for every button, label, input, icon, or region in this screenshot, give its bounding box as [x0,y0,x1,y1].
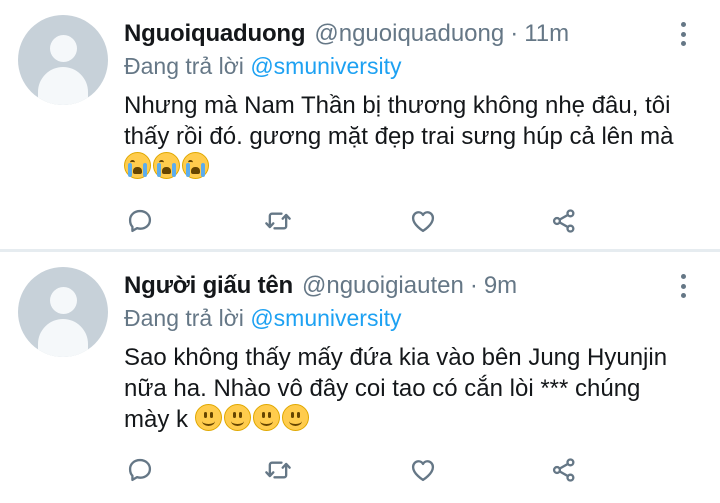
tweet[interactable]: Nguoiquaduong @nguoiquaduong · 11m Đang … [0,0,720,250]
display-name[interactable]: Nguoiquaduong [124,20,306,48]
reply-button[interactable] [124,454,156,486]
more-vertical-icon[interactable] [678,20,688,48]
retweet-button[interactable] [262,454,294,486]
replying-prefix: Đang trả lời [124,53,244,79]
share-icon [552,209,575,233]
smiling-face-emoji [281,404,309,431]
smiling-face-emoji [194,404,222,431]
share-button[interactable] [548,454,580,486]
replying-to: Đang trả lời @smuniversity [124,53,401,80]
timestamp[interactable]: 9m [484,272,517,300]
retweet-button[interactable] [262,205,294,237]
more-vertical-icon[interactable] [678,272,688,300]
replying-to: Đang trả lời @smuniversity [124,305,401,332]
mention-link[interactable]: @smuniversity [250,53,401,79]
replying-prefix: Đang trả lời [124,305,244,331]
reply-icon [128,458,152,482]
avatar-body-shape [38,67,88,105]
share-button[interactable] [548,205,580,237]
tweet-header: Người giấu tên @nguoigiauten · 9m [124,270,517,302]
crying-face-emoji [153,152,180,179]
tweet-text: Nhưng mà Nam Thần bị thương không nhẹ đâ… [124,90,684,183]
crying-face-emoji [182,152,209,179]
like-icon [411,460,435,482]
tweet-actions [124,205,594,237]
like-button[interactable] [407,205,439,237]
tweet-text: Sao không thấy mấy đứa kia vào bên Jung … [124,342,684,435]
like-button[interactable] [407,454,439,486]
avatar-head-shape [50,35,77,62]
tweet-actions [124,454,594,486]
tweet-text-content: Nhưng mà Nam Thần bị thương không nhẹ đâ… [124,92,674,150]
avatar[interactable] [18,15,108,105]
timestamp[interactable]: 11m [524,20,569,48]
mention-link[interactable]: @smuniversity [250,305,401,331]
reply-icon [128,209,152,233]
tweet-header: Nguoiquaduong @nguoiquaduong · 11m [124,18,569,50]
smiling-face-emoji [252,404,280,431]
avatar[interactable] [18,267,108,357]
user-handle[interactable]: @nguoiquaduong [314,20,504,48]
avatar-body-shape [38,319,88,357]
crying-face-emoji [124,152,151,179]
retweet-icon [265,461,291,479]
separator-dot: · [510,20,519,47]
share-icon [552,458,575,482]
reply-button[interactable] [124,205,156,237]
user-handle[interactable]: @nguoigiauten [302,272,464,300]
like-icon [411,211,435,233]
separator-dot: · [469,272,478,299]
tweet[interactable]: Người giấu tên @nguoigiauten · 9m Đang t… [0,252,720,503]
retweet-icon [265,212,291,230]
display-name[interactable]: Người giấu tên [124,272,293,300]
avatar-head-shape [50,287,77,314]
smiling-face-emoji [223,404,251,431]
